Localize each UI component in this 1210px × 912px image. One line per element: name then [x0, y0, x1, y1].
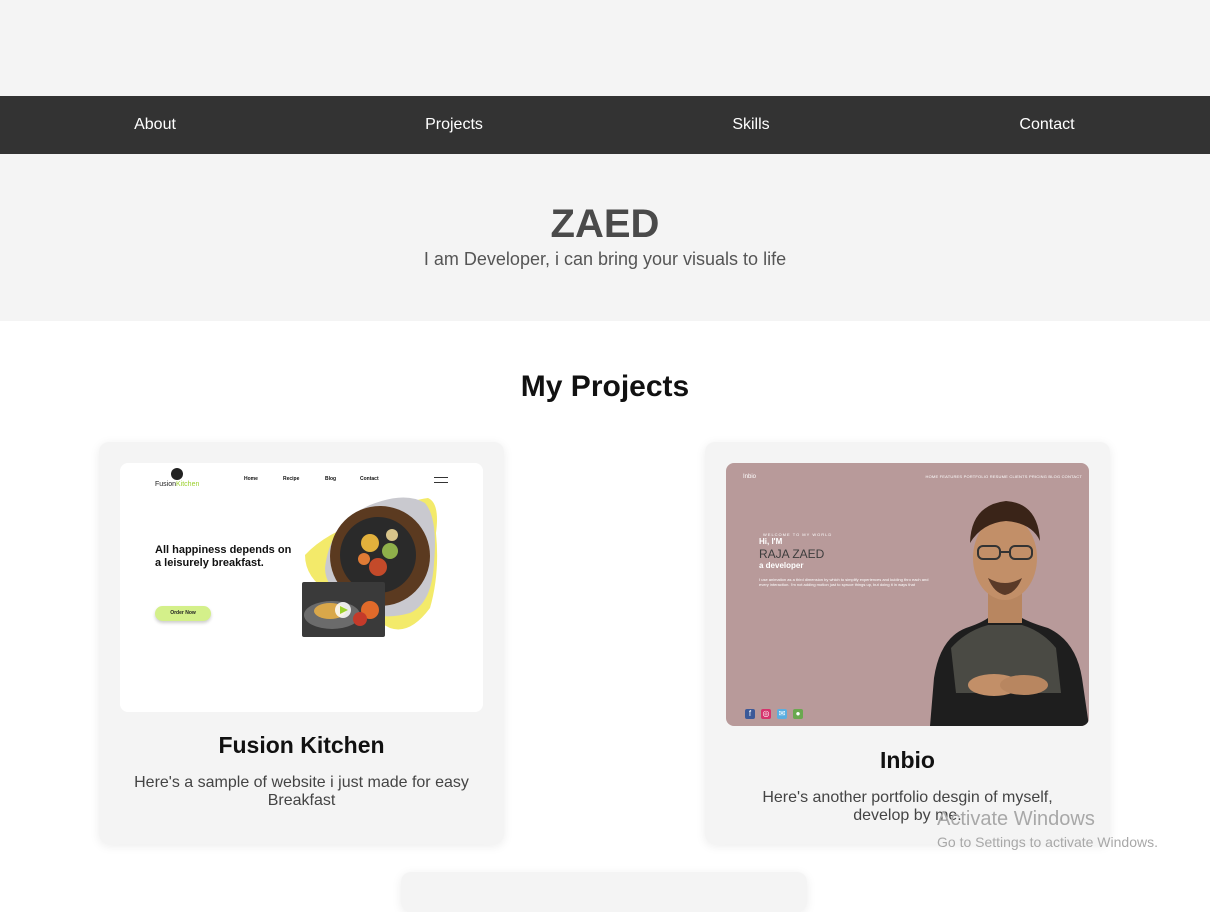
nav-skills-link[interactable]: Skills [732, 96, 769, 154]
hero-section: ZAED I am Developer, i can bring your vi… [0, 154, 1210, 321]
main-nav: About Projects Skills Contact [0, 96, 1210, 154]
project-title: Inbio [880, 747, 935, 773]
project-card-inbio[interactable]: Inbio HOME FEATURES PORTFOLIO RESUME CLI… [705, 442, 1110, 844]
project-description: Here's a sample of website i just made f… [134, 774, 469, 809]
fusion-kitchen-thumbnail: FusionKitchen Home Recipe Blog Contact A… [120, 463, 483, 712]
hero-title: ZAED [550, 202, 660, 246]
projects-heading: My Projects [520, 370, 690, 403]
instagram-icon: ◎ [761, 709, 771, 719]
project-card-partial[interactable] [401, 872, 807, 912]
project-card-fusion-kitchen[interactable]: FusionKitchen Home Recipe Blog Contact A… [99, 442, 504, 844]
whatsapp-icon: ● [793, 709, 803, 719]
social-icons: f ◎ ✉ ● [745, 703, 809, 721]
facebook-icon: f [745, 709, 755, 719]
nav-projects-link[interactable]: Projects [425, 96, 483, 154]
watermark-title: Activate Windows [937, 808, 1095, 830]
portrait-photo [930, 501, 1089, 726]
project-title: Fusion Kitchen [218, 732, 385, 758]
nav-about-link[interactable]: About [134, 96, 176, 154]
watermark-subtitle: Go to Settings to activate Windows. [937, 834, 1158, 850]
mail-icon: ✉ [777, 709, 787, 719]
windows-activation-watermark: Activate Windows Go to Settings to activ… [937, 808, 1158, 850]
food-illustration [302, 497, 438, 637]
hero-subtitle: I am Developer, i can bring your visuals… [423, 249, 787, 269]
inbio-thumbnail: Inbio HOME FEATURES PORTFOLIO RESUME CLI… [726, 463, 1089, 726]
top-spacer [0, 0, 1210, 96]
nav-contact-link[interactable]: Contact [1019, 96, 1074, 154]
